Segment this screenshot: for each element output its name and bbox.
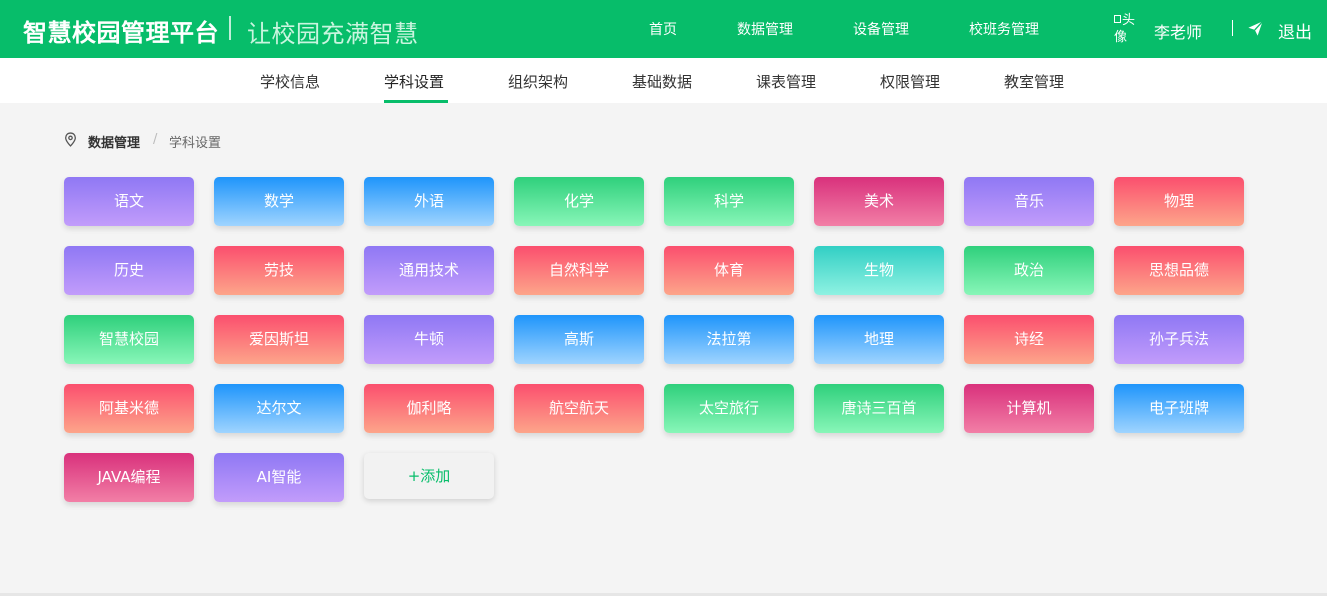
subject-button[interactable]: 外语 — [364, 177, 494, 226]
username[interactable]: 李老师 — [1154, 19, 1202, 43]
subject-button[interactable]: 科学 — [664, 177, 794, 226]
subject-button[interactable]: 阿基米德 — [64, 384, 194, 433]
add-subject-button[interactable]: +添加 — [364, 453, 494, 499]
active-tab-indicator — [384, 100, 448, 103]
subject-button[interactable]: 语文 — [64, 177, 194, 226]
tab-organization[interactable]: 组织架构 — [508, 71, 568, 92]
tab-school-info[interactable]: 学校信息 — [260, 71, 320, 92]
subject-button[interactable]: 牛顿 — [364, 315, 494, 364]
brand-divider — [229, 16, 231, 40]
subject-button[interactable]: 数学 — [214, 177, 344, 226]
subject-button[interactable]: AI智能 — [214, 453, 344, 502]
nav-home[interactable]: 首页 — [649, 19, 677, 39]
subject-button[interactable]: 思想品德 — [1114, 246, 1244, 295]
brand-slogan: 让校园充满智慧 — [247, 20, 419, 48]
subject-button[interactable]: 通用技术 — [364, 246, 494, 295]
subject-button[interactable]: 地理 — [814, 315, 944, 364]
subject-button[interactable]: 孙子兵法 — [1114, 315, 1244, 364]
tab-subject-settings[interactable]: 学科设置 — [384, 71, 444, 92]
subject-button[interactable]: 自然科学 — [514, 246, 644, 295]
nav-data-management[interactable]: 数据管理 — [737, 19, 793, 39]
top-header: 智慧校园管理平台 让校园充满智慧 首页 数据管理 设备管理 校班务管理 头像 李… — [0, 0, 1327, 58]
logout-button[interactable]: 退出 — [1278, 18, 1312, 43]
sub-navigation: 学校信息 学科设置 组织架构 基础数据 课表管理 权限管理 教室管理 — [0, 58, 1327, 103]
subject-button[interactable]: 化学 — [514, 177, 644, 226]
location-pin-icon — [65, 132, 76, 147]
subject-button[interactable]: 政治 — [964, 246, 1094, 295]
subject-button[interactable]: 体育 — [664, 246, 794, 295]
subject-button[interactable]: 高斯 — [514, 315, 644, 364]
subject-button[interactable]: 达尔文 — [214, 384, 344, 433]
nav-class-affairs[interactable]: 校班务管理 — [969, 19, 1039, 39]
subject-button[interactable]: 计算机 — [964, 384, 1094, 433]
subject-button[interactable]: 电子班牌 — [1114, 384, 1244, 433]
nav-device-management[interactable]: 设备管理 — [853, 19, 909, 39]
avatar[interactable]: 头像 — [1114, 12, 1146, 46]
tab-timetable[interactable]: 课表管理 — [756, 71, 816, 92]
subject-button[interactable]: 音乐 — [964, 177, 1094, 226]
broken-image-icon — [1114, 15, 1121, 23]
subject-button[interactable]: 智慧校园 — [64, 315, 194, 364]
brand-title: 智慧校园管理平台 — [23, 19, 219, 47]
subject-button[interactable]: 诗经 — [964, 315, 1094, 364]
subject-button[interactable]: 伽利略 — [364, 384, 494, 433]
breadcrumb-separator: / — [153, 132, 158, 147]
subject-button[interactable]: 历史 — [64, 246, 194, 295]
subject-button[interactable]: 唐诗三百首 — [814, 384, 944, 433]
subject-grid: 语文 数学 外语 化学 科学 美术 音乐 物理历史 劳技 通用技术 自然科学 体育 生物 政治 思想品德智慧… — [64, 177, 1254, 507]
subject-button[interactable]: 法拉第 — [664, 315, 794, 364]
breadcrumb-home[interactable]: 数据管理 — [88, 132, 140, 151]
user-divider — [1232, 20, 1233, 36]
subject-button[interactable]: JAVA编程 — [64, 453, 194, 502]
tab-permissions[interactable]: 权限管理 — [880, 71, 940, 92]
tab-basic-data[interactable]: 基础数据 — [632, 71, 692, 92]
subject-button[interactable]: 美术 — [814, 177, 944, 226]
subject-button[interactable]: 生物 — [814, 246, 944, 295]
subject-button[interactable]: 物理 — [1114, 177, 1244, 226]
paper-plane-icon[interactable] — [1247, 20, 1264, 37]
subject-button[interactable]: 航空航天 — [514, 384, 644, 433]
subject-button[interactable]: 爱因斯坦 — [214, 315, 344, 364]
breadcrumb-current: 学科设置 — [169, 136, 222, 151]
subject-button[interactable]: 劳技 — [214, 246, 344, 295]
tab-classrooms[interactable]: 教室管理 — [1004, 71, 1064, 92]
subject-button[interactable]: 太空旅行 — [664, 384, 794, 433]
